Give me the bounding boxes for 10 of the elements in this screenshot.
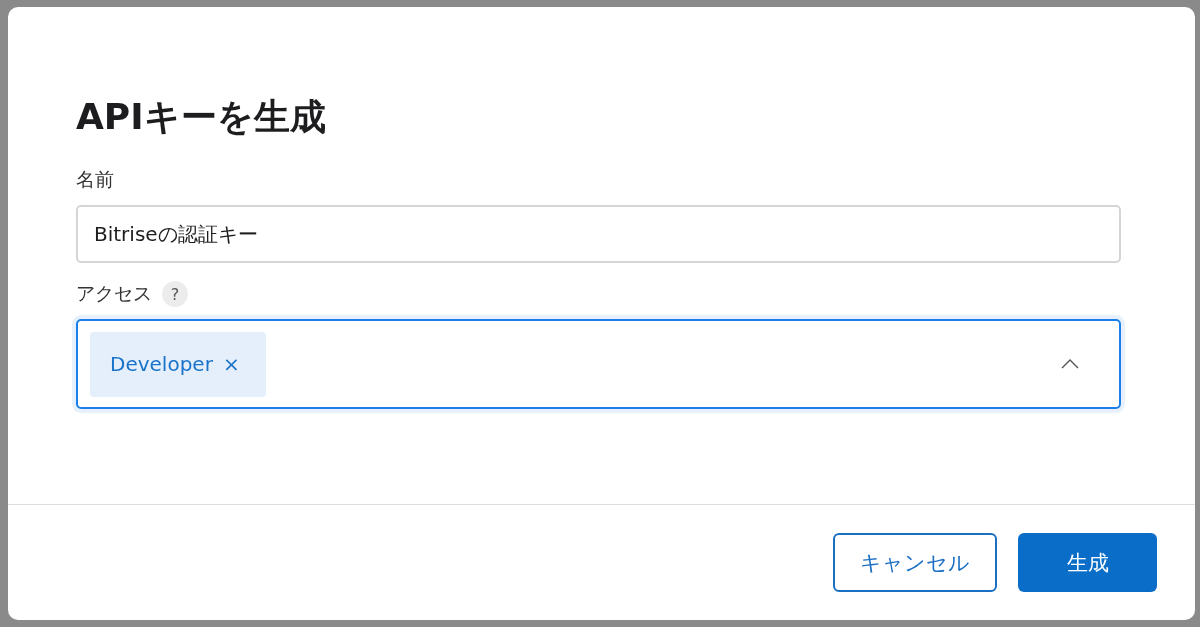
- chevron-up-icon[interactable]: [1061, 359, 1079, 369]
- chip-label: Developer: [110, 352, 213, 376]
- name-field[interactable]: Bitriseの認証キー: [76, 205, 1121, 263]
- field-label: 名前: [76, 167, 114, 192]
- help-icon[interactable]: ?: [162, 281, 188, 307]
- remove-icon[interactable]: ×: [222, 352, 240, 376]
- dialog-title: APIキーを生成: [76, 95, 327, 139]
- field-label: アクセス: [76, 281, 152, 306]
- cancel-button[interactable]: キャンセル: [833, 533, 997, 592]
- generate-button[interactable]: 生成: [1018, 533, 1157, 592]
